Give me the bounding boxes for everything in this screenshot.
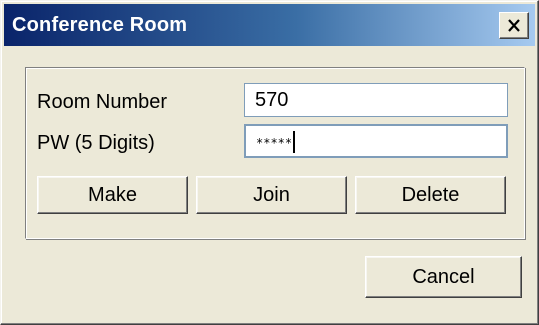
room-number-label: Room Number	[37, 91, 168, 113]
password-input[interactable]: *****	[244, 124, 508, 158]
join-button[interactable]: Join	[196, 176, 347, 214]
room-number-value: 570	[255, 89, 289, 111]
conference-room-dialog: Conference Room Room Number 570 PW (5 Di…	[0, 0, 539, 325]
make-button[interactable]: Make	[37, 176, 188, 214]
close-button[interactable]	[499, 12, 529, 39]
window-title: Conference Room	[12, 14, 188, 36]
text-caret	[293, 130, 296, 153]
delete-button[interactable]: Delete	[355, 176, 506, 214]
password-label: PW (5 Digits)	[37, 132, 155, 154]
cancel-button[interactable]: Cancel	[365, 256, 522, 298]
password-mask: *****	[256, 136, 293, 150]
close-icon	[508, 19, 520, 32]
title-bar[interactable]: Conference Room	[4, 4, 535, 46]
room-number-input[interactable]: 570	[244, 83, 508, 117]
